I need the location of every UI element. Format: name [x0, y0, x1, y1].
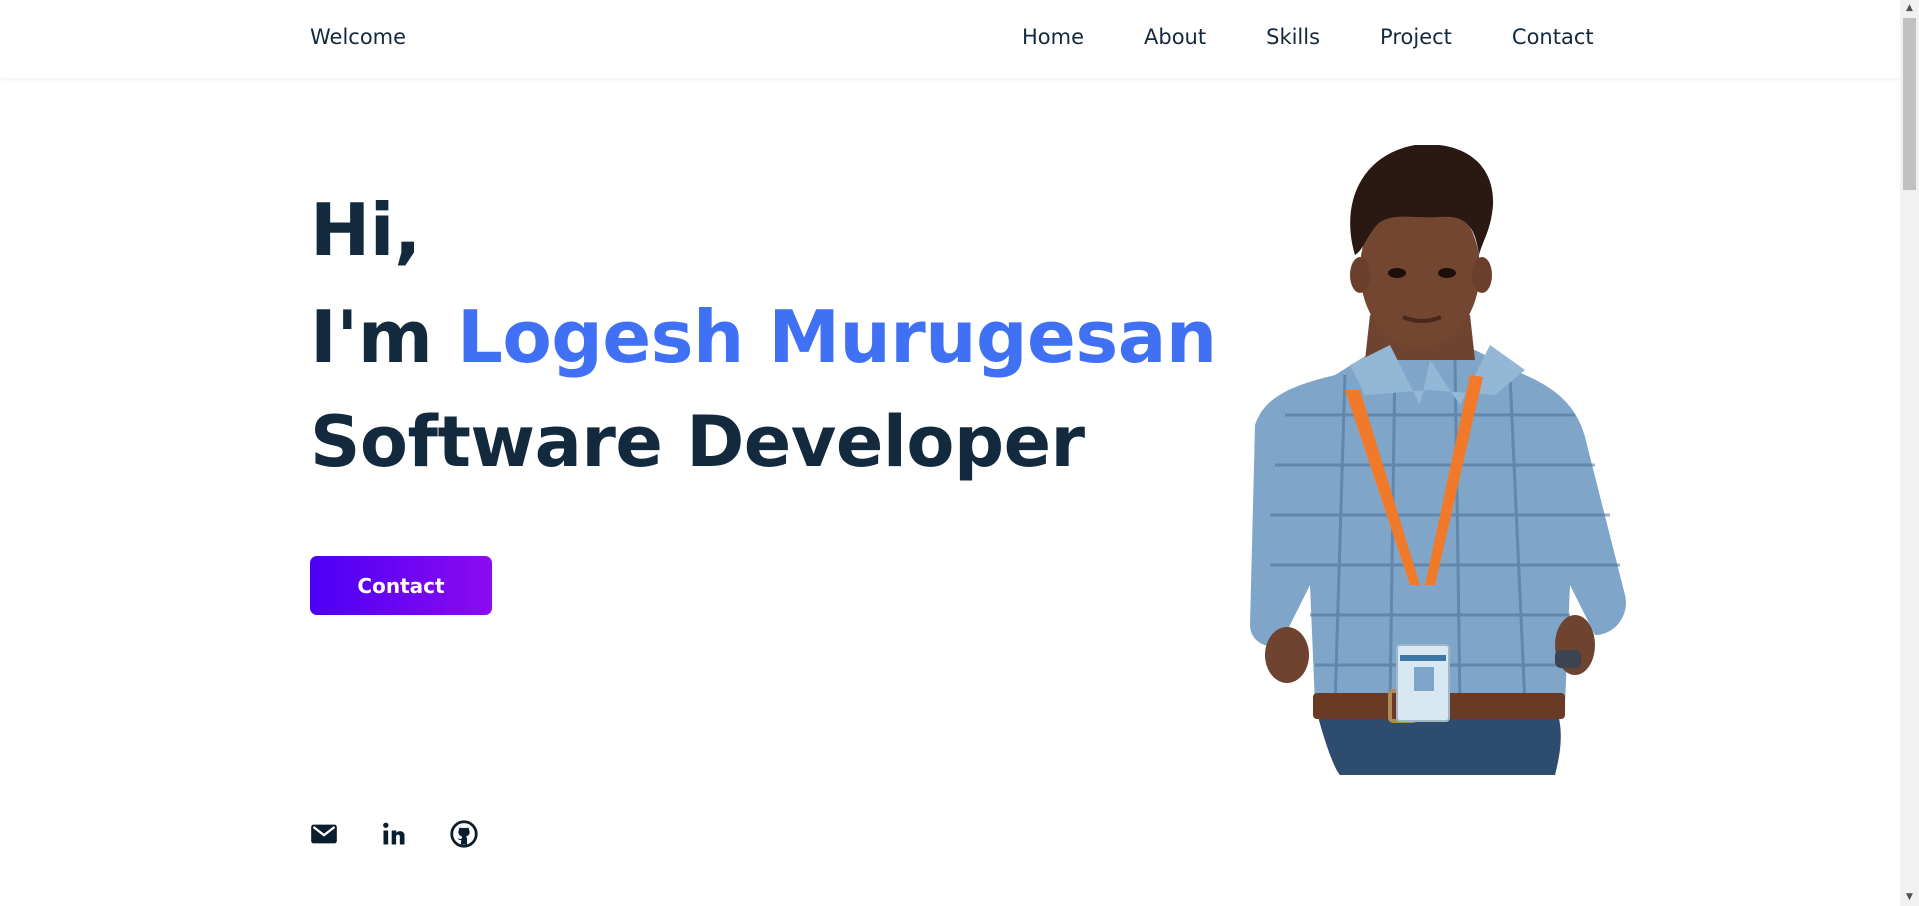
- hero-greeting: Hi,: [310, 188, 421, 272]
- wristwatch: [1555, 650, 1581, 668]
- github-icon[interactable]: [450, 820, 480, 850]
- linkedin-icon[interactable]: [380, 820, 410, 850]
- profile-photo: [1250, 145, 1626, 775]
- scroll-down-arrow-icon[interactable]: ▼: [1900, 889, 1919, 906]
- nav-contact[interactable]: Contact: [1512, 25, 1594, 49]
- brand-logo[interactable]: Welcome: [310, 25, 406, 49]
- top-navbar: Welcome Home About Skills Project Contac…: [0, 0, 1900, 78]
- hero-intro-prefix: I'm: [310, 295, 433, 379]
- hero-role: Software Developer: [310, 401, 1085, 483]
- nav-about[interactable]: About: [1144, 25, 1206, 49]
- nav-home[interactable]: Home: [1022, 25, 1084, 49]
- nav-project[interactable]: Project: [1380, 25, 1452, 49]
- main-nav: Home About Skills Project Contact: [1022, 25, 1594, 49]
- page: Welcome Home About Skills Project Contac…: [0, 0, 1900, 906]
- nav-skills[interactable]: Skills: [1266, 25, 1320, 49]
- hero-name: Logesh Murugesan: [456, 295, 1217, 379]
- vertical-scrollbar[interactable]: ▲ ▼: [1900, 0, 1919, 906]
- hero-intro: I'm Logesh Murugesan: [310, 295, 1217, 379]
- scroll-up-arrow-icon[interactable]: ▲: [1900, 0, 1919, 17]
- social-links: [310, 820, 520, 850]
- scrollbar-thumb[interactable]: [1903, 18, 1916, 190]
- contact-button[interactable]: Contact: [310, 556, 492, 615]
- left-hand: [1265, 627, 1309, 683]
- mail-icon[interactable]: [310, 820, 340, 850]
